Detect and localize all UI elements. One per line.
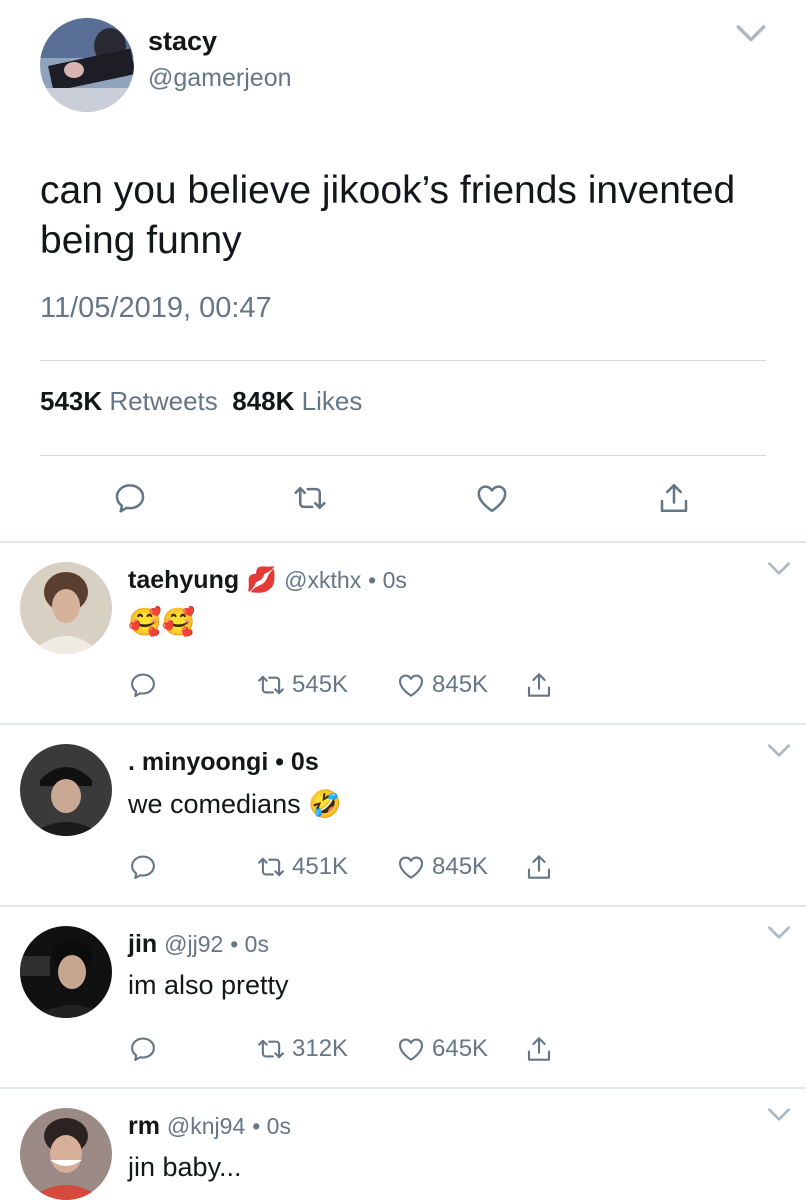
reply-icon (128, 670, 158, 700)
reply-header: . minyoongi • 0s (128, 748, 319, 777)
avatar[interactable] (20, 562, 112, 654)
reply-icon[interactable] (112, 480, 148, 516)
retweets-count[interactable]: 543K (40, 386, 102, 416)
share-button[interactable] (524, 670, 554, 700)
retweet-button[interactable]: 545K (256, 670, 348, 700)
tweet-text: can you believe jikook’s friends invente… (40, 169, 736, 262)
like-icon (396, 852, 426, 882)
retweet-button[interactable]: 451K (256, 852, 348, 882)
author-name[interactable]: . minyoongi (128, 748, 268, 776)
retweet-icon[interactable] (292, 480, 328, 516)
author-name[interactable]: jin (128, 930, 157, 958)
reply-header: jin @jj92 • 0s (128, 930, 269, 959)
likes-count[interactable]: 848K (232, 386, 294, 416)
reply-text: we comedians 🤣 (128, 789, 342, 819)
author-name[interactable]: rm (128, 1112, 160, 1140)
avatar[interactable] (40, 18, 134, 112)
like-icon (396, 670, 426, 700)
chevron-down-icon[interactable] (766, 742, 792, 760)
like-button[interactable]: 845K (396, 852, 488, 882)
tweet-timestamp[interactable]: 11/05/2019, 00:47 (40, 292, 272, 325)
chevron-down-icon[interactable] (734, 22, 768, 46)
share-icon (524, 852, 554, 882)
kiss-emoji: 💋 (246, 566, 278, 594)
tweet-stats: 543K Retweets 848K Likes (40, 386, 362, 417)
share-icon (524, 1034, 554, 1064)
author-handle[interactable]: @gamerjeon (148, 64, 292, 93)
share-button[interactable] (524, 852, 554, 882)
like-count: 845K (432, 853, 489, 880)
retweet-button[interactable]: 312K (256, 1034, 348, 1064)
reply-time: • 0s (368, 567, 407, 593)
avatar[interactable] (20, 926, 112, 1018)
author-name[interactable]: taehyung (128, 566, 239, 594)
chevron-down-icon[interactable] (766, 560, 792, 578)
retweet-count: 312K (292, 1035, 349, 1062)
reply-tweet[interactable]: . minyoongi • 0s we comedians 🤣 451K 845… (0, 724, 806, 906)
retweet-icon (256, 1034, 286, 1064)
like-count: 845K (432, 671, 489, 698)
reply-button[interactable] (128, 852, 158, 882)
reply-time: • 0s (252, 1113, 291, 1139)
reply-header: rm @knj94 • 0s (128, 1112, 291, 1141)
like-icon[interactable] (474, 480, 510, 516)
share-icon (524, 670, 554, 700)
reply-tweet[interactable]: taehyung 💋 @xkthx • 0s 🥰🥰 545K 845K (0, 542, 806, 724)
like-count: 645K (432, 1035, 489, 1062)
reply-text: im also pretty (128, 970, 289, 1000)
reply-time: • 0s (275, 748, 319, 776)
like-button[interactable]: 845K (396, 670, 488, 700)
share-button[interactable] (524, 1034, 554, 1064)
divider (40, 455, 766, 456)
author-name[interactable]: stacy (148, 26, 217, 57)
avatar[interactable] (20, 1108, 112, 1200)
reply-tweet[interactable]: jin @jj92 • 0s im also pretty 312K 645K (0, 906, 806, 1088)
retweet-count: 545K (292, 671, 349, 698)
like-icon (396, 1034, 426, 1064)
reply-time: • 0s (230, 931, 269, 957)
reply-text: 🥰🥰 (128, 607, 196, 637)
reply-icon (128, 852, 158, 882)
author-handle[interactable]: @knj94 (167, 1113, 245, 1139)
reply-header: taehyung 💋 @xkthx • 0s (128, 566, 407, 595)
retweets-label[interactable]: Retweets (109, 386, 217, 416)
retweet-count: 451K (292, 853, 349, 880)
reply-icon (128, 1034, 158, 1064)
share-icon[interactable] (656, 480, 692, 516)
avatar[interactable] (20, 744, 112, 836)
like-button[interactable]: 645K (396, 1034, 488, 1064)
reply-button[interactable] (128, 670, 158, 700)
likes-label[interactable]: Likes (302, 386, 363, 416)
author-handle[interactable]: @jj92 (164, 931, 223, 957)
chevron-down-icon[interactable] (766, 924, 792, 942)
reply-tweet[interactable]: rm @knj94 • 0s jin baby... (0, 1088, 806, 1200)
chevron-down-icon[interactable] (766, 1106, 792, 1124)
reply-text: jin baby... (128, 1152, 242, 1182)
divider (40, 360, 766, 361)
reply-button[interactable] (128, 1034, 158, 1064)
author-handle[interactable]: @xkthx (284, 567, 361, 593)
main-tweet: stacy @gamerjeon can you believe jikook’… (0, 0, 806, 542)
retweet-icon (256, 670, 286, 700)
retweet-icon (256, 852, 286, 882)
